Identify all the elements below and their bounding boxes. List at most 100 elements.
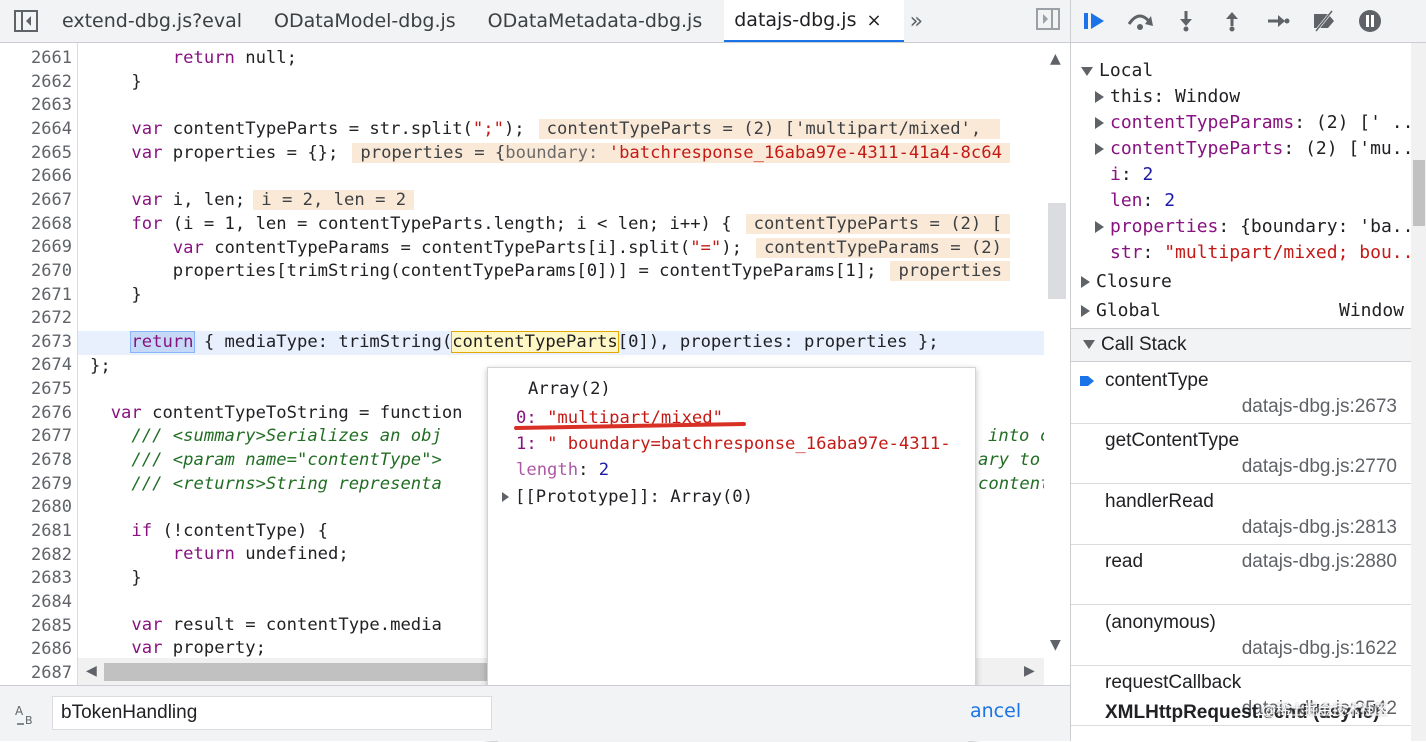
- toggle-debugger-icon[interactable]: [1036, 8, 1060, 34]
- scope-var-i[interactable]: i: 2: [1110, 162, 1153, 188]
- vertical-scroll-thumb[interactable]: [1048, 203, 1066, 299]
- line-number[interactable]: 2680: [0, 496, 72, 520]
- line-number[interactable]: 2675: [0, 378, 72, 402]
- code-line: }: [90, 71, 141, 95]
- line-number[interactable]: 2683: [0, 567, 72, 591]
- line-number[interactable]: 2664: [0, 118, 72, 142]
- inline-value-text: 'batchresponse_16aba97e-4311-41a4-8c64: [608, 143, 1002, 163]
- line-number[interactable]: 2671: [0, 284, 72, 308]
- frame-location[interactable]: datajs-dbg.js:2880: [1242, 551, 1397, 573]
- line-number[interactable]: 2661: [0, 47, 72, 71]
- frame-location[interactable]: datajs-dbg.js:2770: [1242, 456, 1397, 478]
- prototype-label: [[Prototype]]: Array(0): [515, 487, 753, 507]
- line-number-gutter[interactable]: 2661 2662 2663 2664 2665 2666 2667 2668 2669 2670…: [0, 43, 78, 685]
- toggle-navigator-icon[interactable]: [0, 0, 52, 42]
- frame-location[interactable]: datajs-dbg.js:2673: [1242, 396, 1397, 418]
- line-number[interactable]: 2685: [0, 615, 72, 639]
- scroll-left-icon[interactable]: ◀: [86, 663, 97, 679]
- scope-closure-header[interactable]: Closure: [1081, 269, 1172, 295]
- line-number[interactable]: 2687: [0, 662, 72, 685]
- var-name: str: [1110, 242, 1143, 263]
- line-number[interactable]: 2669: [0, 236, 72, 260]
- scroll-right-icon[interactable]: ▶: [1024, 663, 1035, 679]
- keyword: return: [172, 544, 235, 564]
- call-frame[interactable]: read datajs-dbg.js:2880: [1071, 545, 1411, 606]
- step-icon[interactable]: [1255, 0, 1301, 43]
- call-frame[interactable]: (anonymous) datajs-dbg.js:1622: [1071, 606, 1411, 666]
- step-out-icon[interactable]: [1209, 0, 1255, 43]
- frame-location[interactable]: datajs-dbg.js:2813: [1242, 517, 1397, 539]
- line-number[interactable]: 2666: [0, 165, 72, 189]
- array-length[interactable]: length: 2: [516, 457, 609, 483]
- line-number[interactable]: 2668: [0, 213, 72, 237]
- code-line: return null;: [90, 47, 297, 71]
- call-frame[interactable]: handlerRead datajs-dbg.js:2813: [1071, 485, 1411, 545]
- scope-var-contentTypeParams[interactable]: contentTypeParams: (2) [' ...: [1095, 110, 1424, 136]
- line-number[interactable]: 2676: [0, 402, 72, 426]
- line-number[interactable]: 2684: [0, 591, 72, 615]
- keyword: return: [130, 331, 195, 353]
- line-number[interactable]: 2662: [0, 71, 72, 95]
- line-number[interactable]: 2681: [0, 520, 72, 544]
- call-stack-header[interactable]: Call Stack: [1071, 328, 1411, 362]
- step-into-icon[interactable]: [1163, 0, 1209, 43]
- expand-triangle-icon: [1081, 276, 1090, 288]
- code-line: var contentTypeToString = function: [90, 402, 463, 426]
- step-over-icon[interactable]: [1117, 0, 1163, 43]
- scope-global-header[interactable]: Global: [1081, 298, 1161, 324]
- line-number[interactable]: 2672: [0, 307, 72, 331]
- line-number[interactable]: 2673: [0, 331, 72, 355]
- scope-var-contentTypeParts[interactable]: contentTypeParts: (2) ['mu...: [1095, 136, 1424, 162]
- line-number[interactable]: 2678: [0, 449, 72, 473]
- call-frame[interactable]: getContentType datajs-dbg.js:2770: [1071, 424, 1411, 485]
- scope-local-header[interactable]: Local: [1081, 58, 1153, 84]
- comment: content: [978, 474, 1044, 494]
- scope-var-properties[interactable]: properties: {boundary: 'ba...: [1095, 214, 1424, 240]
- line-number[interactable]: 2682: [0, 544, 72, 568]
- tab-odatamodel-dbg[interactable]: ODataModel-dbg.js: [264, 0, 478, 42]
- scope-var-len[interactable]: len: 2: [1110, 188, 1175, 214]
- code-line: /// <summary>Serializes an obj: [90, 425, 441, 449]
- code-line: /// <param name="contentType">: [90, 449, 442, 473]
- editor-vertical-scrollbar[interactable]: [1044, 43, 1070, 685]
- resume-icon[interactable]: [1071, 0, 1117, 43]
- call-frame[interactable]: contentType datajs-dbg.js:2673: [1071, 364, 1411, 424]
- line-number[interactable]: 2663: [0, 94, 72, 118]
- scroll-up-icon[interactable]: ▲: [1050, 51, 1061, 67]
- scope-var-this[interactable]: this: Window: [1095, 84, 1240, 110]
- prototype-row[interactable]: [[Prototype]]: Array(0): [502, 484, 753, 510]
- array-item-1[interactable]: 1: " boundary=batchresponse_16aba97e-431…: [516, 431, 951, 457]
- comment: /// <param name="contentType">: [131, 450, 442, 470]
- search-input[interactable]: [52, 696, 492, 730]
- pause-on-exceptions-icon[interactable]: [1347, 0, 1393, 43]
- sidebar-scrollbar[interactable]: [1411, 43, 1426, 741]
- line-number[interactable]: 2667: [0, 189, 72, 213]
- line-number[interactable]: 2670: [0, 260, 72, 284]
- line-number[interactable]: 2677: [0, 425, 72, 449]
- match-case-icon[interactable]: AB: [14, 702, 38, 730]
- deactivate-breakpoints-icon[interactable]: [1301, 0, 1347, 43]
- sidebar-scroll-thumb[interactable]: [1413, 160, 1425, 226]
- more-tabs-icon[interactable]: »: [904, 0, 929, 42]
- code-line: var result = contentType.media: [90, 614, 441, 638]
- tab-datajs-dbg[interactable]: datajs-dbg.js ×: [724, 0, 904, 42]
- horizontal-scroll-thumb[interactable]: [104, 663, 524, 681]
- tab-odatametadata-dbg[interactable]: ODataMetadata-dbg.js: [478, 0, 725, 42]
- line-number[interactable]: 2686: [0, 638, 72, 662]
- hovered-expression[interactable]: contentTypeParts: [451, 331, 619, 353]
- tab-label: ODataMetadata-dbg.js: [487, 10, 703, 32]
- line-number[interactable]: 2665: [0, 142, 72, 166]
- line-number[interactable]: 2674: [0, 354, 72, 378]
- section-title: Call Stack: [1101, 334, 1187, 355]
- tab-extend-dbg[interactable]: extend-dbg.js?eval: [52, 0, 264, 42]
- cancel-search-button[interactable]: ancel: [970, 700, 1021, 722]
- code-text: property;: [162, 638, 266, 658]
- scope-var-str[interactable]: str: "multipart/mixed; bou...: [1110, 240, 1424, 266]
- code-text: properties = {};: [162, 143, 339, 163]
- keyword: if: [131, 521, 153, 541]
- frame-location[interactable]: datajs-dbg.js:1622: [1242, 638, 1397, 660]
- line-number[interactable]: 2679: [0, 473, 72, 497]
- close-tab-icon[interactable]: ×: [866, 10, 881, 31]
- scroll-down-icon[interactable]: ▼: [1050, 637, 1061, 653]
- expand-triangle-icon[interactable]: [502, 492, 509, 502]
